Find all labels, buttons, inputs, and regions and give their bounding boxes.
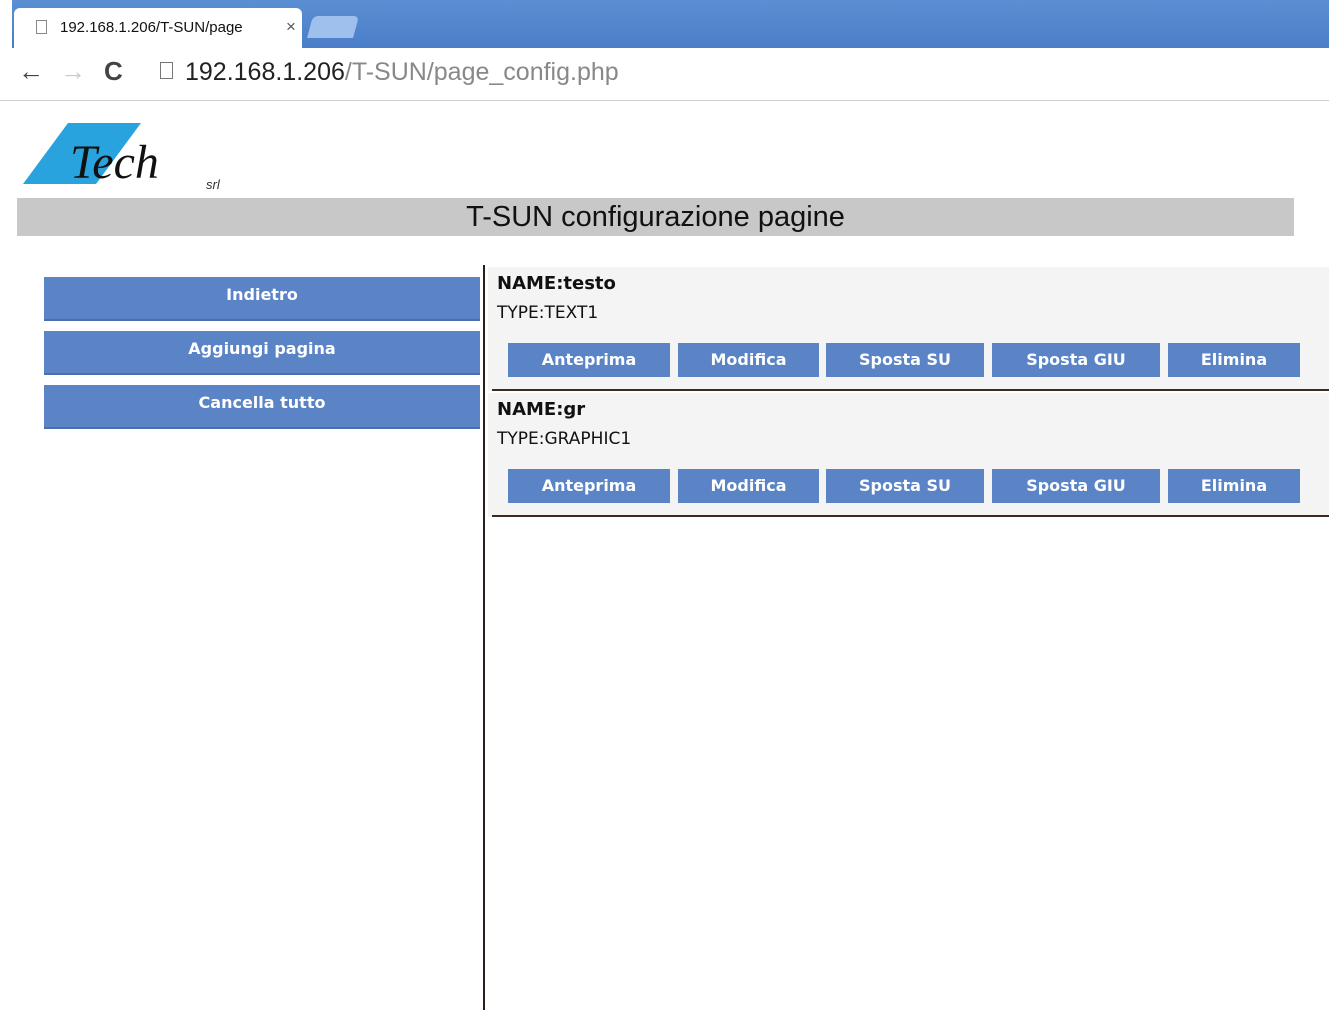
move-up-button[interactable]: Sposta SU — [826, 343, 984, 377]
reload-icon[interactable]: C — [104, 56, 123, 87]
move-up-button[interactable]: Sposta SU — [826, 469, 984, 503]
company-logo: Tech srl — [20, 118, 260, 198]
record-separator — [492, 515, 1329, 517]
url-host: 192.168.1.206 — [185, 58, 345, 86]
address-bar[interactable]: 192.168.1.206/T-SUN/page_config.php — [185, 58, 619, 87]
page-record: NAME:gr TYPE:GRAPHIC1 Anteprima Modifica… — [488, 393, 1329, 517]
back-button[interactable]: Indietro — [44, 277, 480, 321]
record-name: NAME:gr — [497, 399, 586, 420]
page-record: NAME:testo TYPE:TEXT1 Anteprima Modifica… — [488, 267, 1329, 391]
record-name: NAME:testo — [497, 273, 616, 294]
tab-strip-edge — [0, 0, 12, 48]
clear-all-button[interactable]: Cancella tutto — [44, 385, 480, 429]
move-down-button[interactable]: Sposta GIU — [992, 469, 1160, 503]
record-separator — [492, 389, 1329, 391]
vertical-divider — [483, 265, 485, 1010]
logo-text: Tech — [70, 136, 159, 189]
page-title: T-SUN configurazione pagine — [466, 201, 845, 233]
delete-button[interactable]: Elimina — [1168, 469, 1300, 503]
browser-tab[interactable]: 192.168.1.206/T-SUN/page × — [14, 8, 302, 48]
logo-suffix: srl — [206, 177, 221, 192]
new-tab-button[interactable] — [307, 16, 359, 38]
page-icon — [36, 20, 47, 34]
record-type: TYPE:TEXT1 — [497, 303, 599, 323]
browser-toolbar: ← → C 192.168.1.206/T-SUN/page_config.ph… — [0, 48, 1329, 101]
page-header-bar: T-SUN configurazione pagine — [17, 198, 1294, 236]
browser-tab-strip: 192.168.1.206/T-SUN/page × — [0, 0, 1329, 48]
edit-button[interactable]: Modifica — [678, 343, 819, 377]
record-type: TYPE:GRAPHIC1 — [497, 429, 632, 449]
delete-button[interactable]: Elimina — [1168, 343, 1300, 377]
preview-button[interactable]: Anteprima — [508, 469, 670, 503]
move-down-button[interactable]: Sposta GIU — [992, 343, 1160, 377]
back-arrow-icon[interactable]: ← — [18, 56, 44, 87]
url-path: /T-SUN/page_config.php — [344, 58, 619, 86]
preview-button[interactable]: Anteprima — [508, 343, 670, 377]
close-tab-icon[interactable]: × — [286, 17, 296, 37]
page-icon — [160, 62, 173, 79]
forward-arrow-icon[interactable]: → — [60, 56, 86, 87]
tab-title: 192.168.1.206/T-SUN/page — [60, 19, 243, 36]
add-page-button[interactable]: Aggiungi pagina — [44, 331, 480, 375]
edit-button[interactable]: Modifica — [678, 469, 819, 503]
